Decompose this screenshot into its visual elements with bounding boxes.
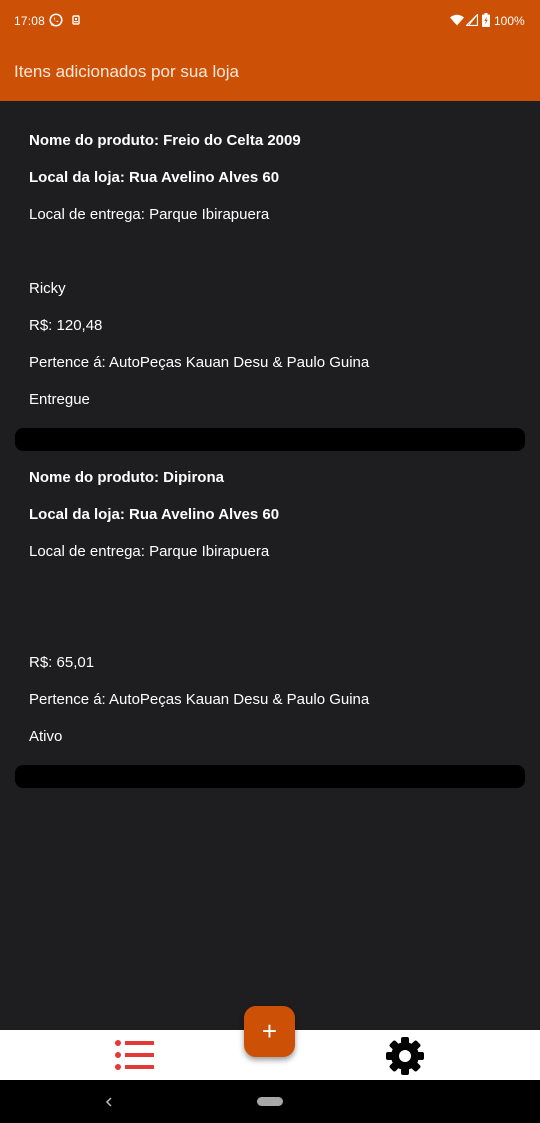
wifi-icon <box>450 14 464 26</box>
status-text: Ativo <box>29 728 63 745</box>
app-bar: Itens adicionados por sua loja <box>0 42 540 101</box>
notification-icon <box>72 15 80 25</box>
price: R$: 120,48 <box>29 317 103 334</box>
status-text: Entregue <box>29 391 90 408</box>
owner: Pertence á: AutoPeças Kauan Desu & Paulo… <box>29 691 370 708</box>
item-divider <box>15 428 525 451</box>
system-navigation-bar <box>0 1080 540 1123</box>
customer-name: Ricky <box>29 280 66 297</box>
page-title: Itens adicionados por sua loja <box>14 62 239 81</box>
product-name: Nome do produto: Freio do Celta 2009 <box>29 132 301 149</box>
price: R$: 65,01 <box>29 654 95 671</box>
list-icon[interactable] <box>114 1039 154 1071</box>
delivery-location: Local de entrega: Parque Ibirapuera <box>29 543 270 560</box>
add-item-button[interactable]: + <box>244 1006 295 1057</box>
gear-icon[interactable] <box>385 1036 425 1076</box>
product-name: Nome do produto: Dipirona <box>29 469 224 486</box>
back-icon[interactable] <box>104 1095 114 1109</box>
item-divider <box>15 765 525 788</box>
store-location: Local da loja: Rua Avelino Alves 60 <box>29 506 280 523</box>
battery-icon <box>482 13 490 27</box>
status-time: 17:08 <box>14 14 46 28</box>
owner: Pertence á: AutoPeças Kauan Desu & Paulo… <box>29 354 370 371</box>
status-bar: 17:08 100% <box>0 0 540 42</box>
whatsapp-icon <box>49 13 63 27</box>
home-pill[interactable] <box>257 1097 283 1106</box>
signal-icon <box>466 14 478 26</box>
battery-percentage: 100% <box>494 14 525 28</box>
delivery-location: Local de entrega: Parque Ibirapuera <box>29 206 270 223</box>
store-location: Local da loja: Rua Avelino Alves 60 <box>29 169 280 186</box>
